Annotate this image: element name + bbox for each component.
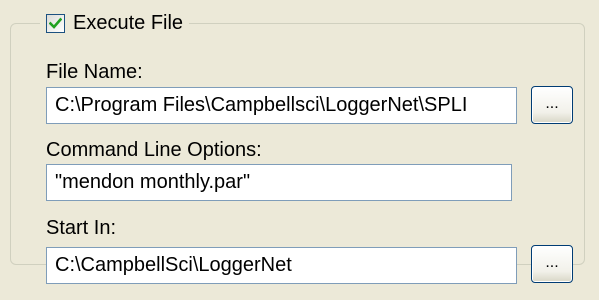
start-in-input[interactable]: C:\CampbellSci\LoggerNet: [46, 247, 517, 284]
execute-file-checkbox[interactable]: [46, 13, 65, 33]
file-name-label: File Name:: [46, 61, 143, 83]
checkmark-icon: [49, 17, 62, 29]
start-in-label: Start In:: [46, 217, 117, 239]
execute-file-checkbox-row[interactable]: Execute File: [40, 6, 190, 40]
command-line-options-label: Command Line Options:: [46, 139, 262, 161]
execute-file-label: Execute File: [73, 11, 184, 34]
command-line-options-input[interactable]: "mendon monthly.par": [46, 164, 512, 201]
start-in-browse-button[interactable]: ...: [531, 245, 573, 283]
file-name-browse-button[interactable]: ...: [531, 86, 573, 124]
file-name-input[interactable]: C:\Program Files\Campbellsci\LoggerNet\S…: [46, 87, 517, 124]
